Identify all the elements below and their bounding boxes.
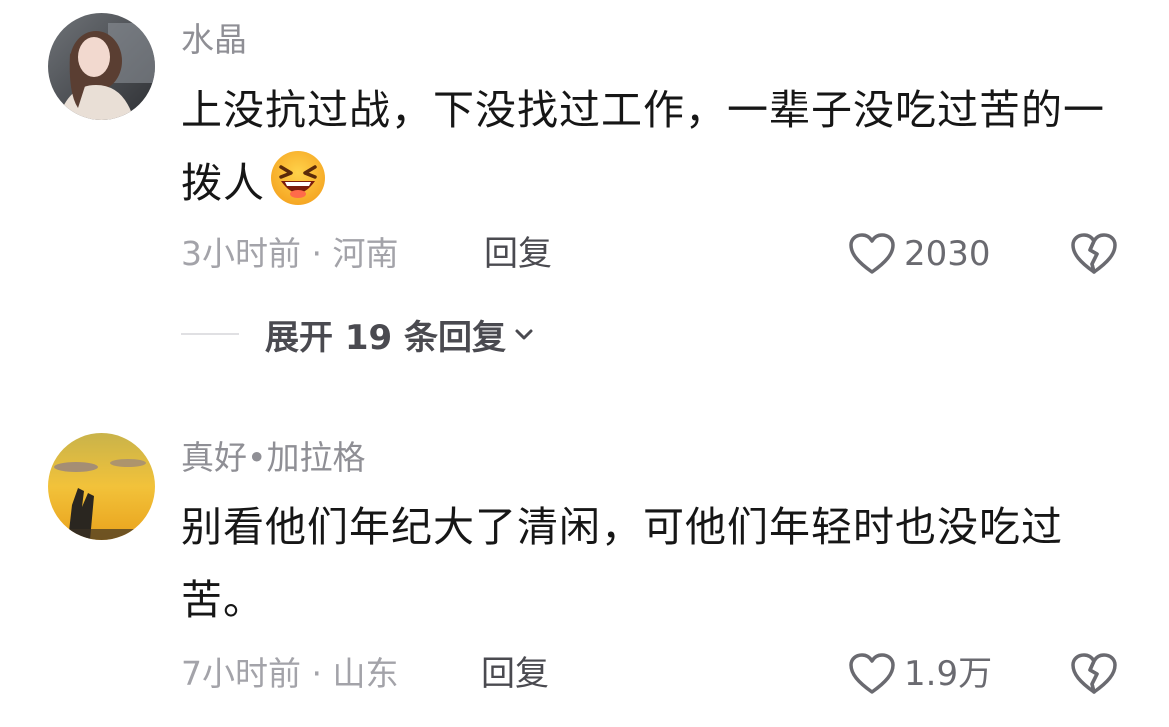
location: 山东 — [332, 654, 399, 693]
expand-replies-button[interactable]: 展开 19 条回复 — [181, 314, 536, 358]
like-button[interactable]: 1.9万 — [848, 650, 992, 698]
reply-button[interactable]: 回复 — [481, 654, 549, 694]
avatar[interactable] — [48, 13, 155, 120]
comment-text: 别看他们年纪大了清闲，可他们年轻时也没吃过苦。 — [181, 503, 1063, 624]
reply-button[interactable]: 回复 — [484, 234, 552, 274]
divider-line — [181, 333, 239, 335]
like-button[interactable]: 2030 — [848, 230, 991, 278]
chevron-down-icon — [515, 329, 533, 340]
broken-heart-icon — [1071, 653, 1117, 694]
comment-meta: 3小时前 · 河南 — [181, 234, 399, 274]
timestamp: 7小时前 — [181, 654, 301, 693]
timestamp: 3小时前 — [181, 234, 301, 273]
username[interactable]: 真好•加拉格 — [181, 438, 365, 478]
meta-separator: · — [311, 234, 323, 273]
dislike-button[interactable] — [1070, 650, 1118, 698]
avatar[interactable] — [48, 433, 155, 540]
username[interactable]: 水晶 — [181, 20, 247, 60]
laughing-face-emoji — [269, 149, 327, 207]
comment-text: 上没抗过战，下没找过工作，一辈子没吃过苦的一拨人 — [181, 74, 1121, 220]
meta-separator: · — [311, 654, 323, 693]
heart-outline-icon — [849, 233, 895, 274]
like-count: 2030 — [904, 234, 991, 274]
comment-meta: 7小时前 · 山东 — [181, 654, 399, 694]
heart-outline-icon — [849, 653, 895, 694]
dislike-button[interactable] — [1070, 230, 1118, 278]
like-count: 1.9万 — [904, 654, 993, 694]
broken-heart-icon — [1071, 233, 1117, 274]
location: 河南 — [332, 234, 399, 273]
expand-replies-label: 展开 19 条回复 — [265, 317, 506, 358]
